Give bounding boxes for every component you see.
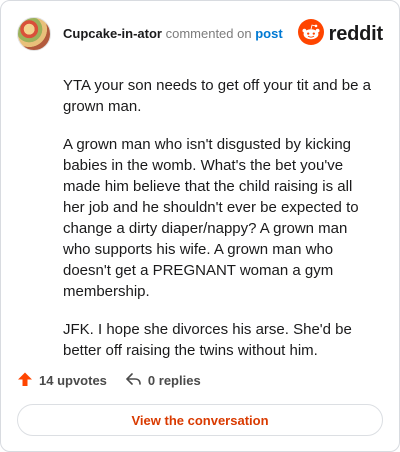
upvote-count: 14 upvotes	[39, 372, 107, 388]
comment-body: YTA your son needs to get off your tit a…	[63, 75, 371, 378]
reply-count: 0 replies	[147, 372, 201, 388]
reddit-brand[interactable]: reddit	[297, 19, 384, 50]
reply-action[interactable]: 0 replies	[125, 371, 201, 390]
reddit-snoo-icon	[297, 19, 324, 50]
reply-arrow-icon	[125, 371, 142, 390]
comment-paragraph: A grown man who isn't disgusted by kicki…	[63, 136, 359, 300]
header-line: Cupcake-in-ator commented on post	[63, 26, 283, 41]
comment-header: Cupcake-in-ator commented on post reddit	[17, 17, 383, 53]
comment-paragraph: JFK. I hope she divorces his arse. She'd…	[63, 321, 352, 359]
embedded-comment-card: Cupcake-in-ator commented on post reddit	[0, 0, 400, 452]
reddit-wordmark: reddit	[328, 23, 384, 45]
view-conversation-button[interactable]: View the conversation	[17, 404, 383, 436]
comment-paragraph: YTA your son needs to get off your tit a…	[63, 77, 371, 115]
post-link[interactable]: post	[255, 26, 282, 41]
upvote-arrow-icon	[17, 371, 33, 390]
upvote-action[interactable]: 14 upvotes	[17, 371, 107, 390]
username-link[interactable]: Cupcake-in-ator	[63, 26, 162, 41]
user-avatar[interactable]	[17, 17, 51, 51]
action-text: commented on	[165, 26, 252, 41]
comment-actions: 14 upvotes 0 replies	[17, 370, 201, 390]
